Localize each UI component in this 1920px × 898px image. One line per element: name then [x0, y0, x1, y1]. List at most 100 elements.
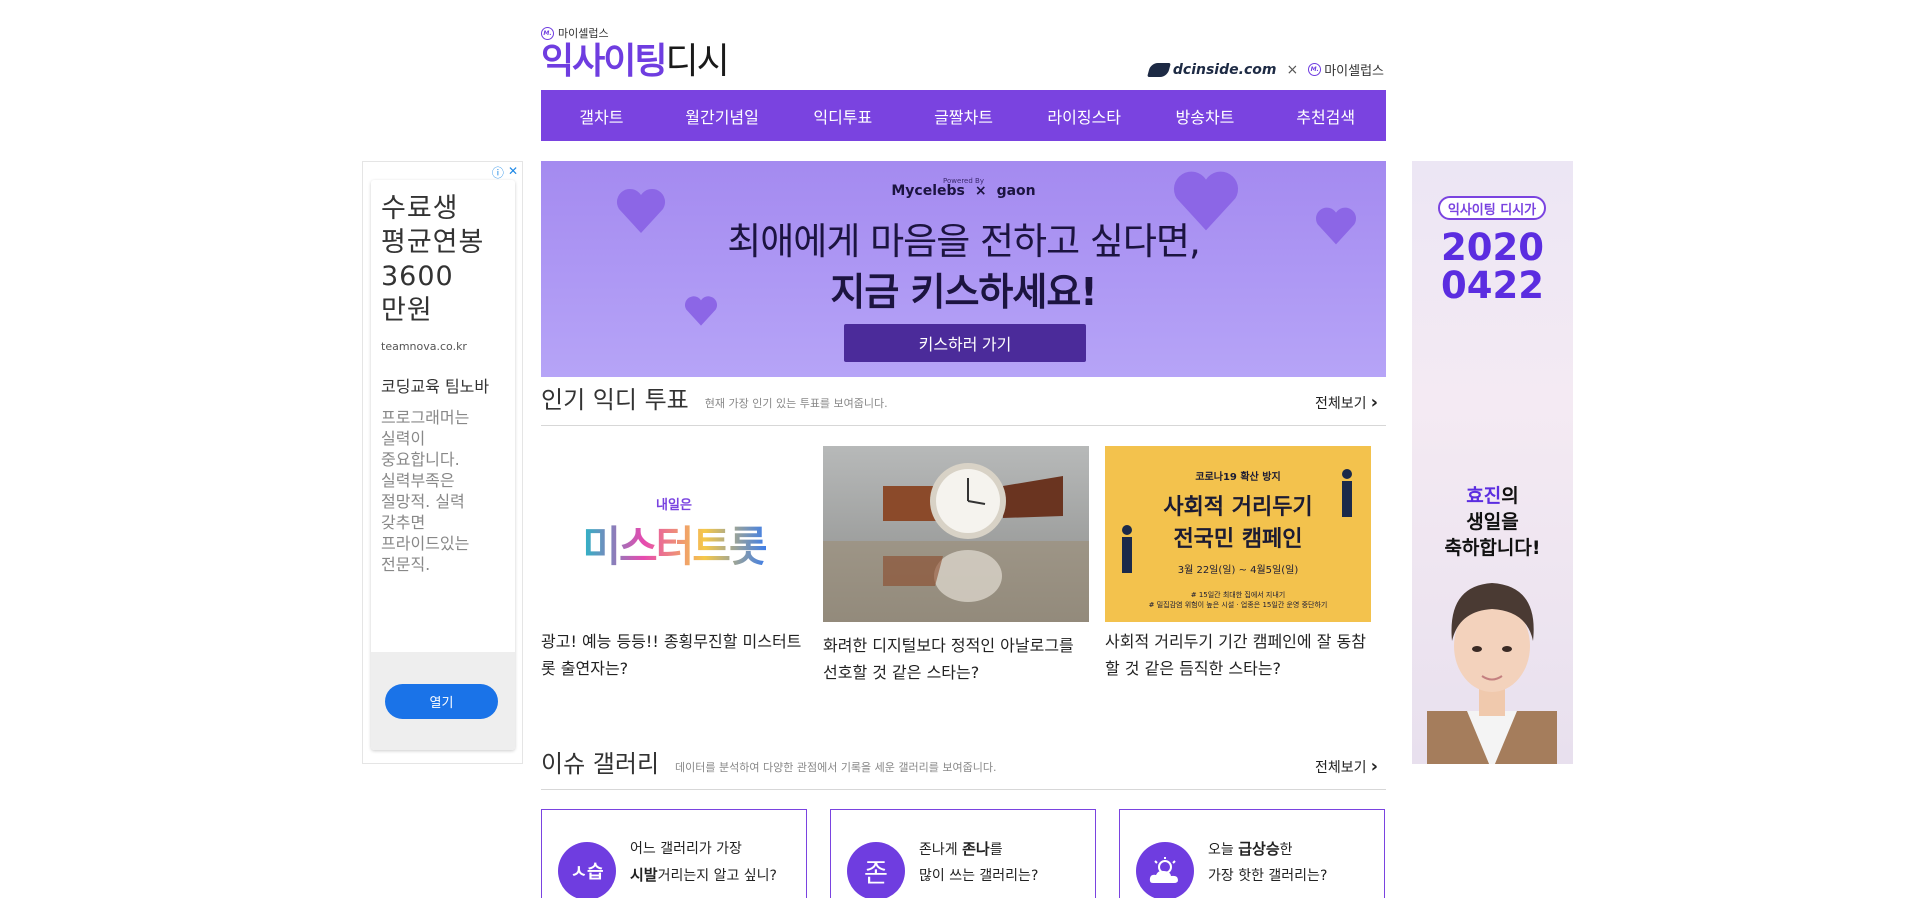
ad-headline: 수료생 평균연봉 3600 만원: [381, 193, 485, 326]
issue-gallery-text: 오늘 급상승한 가장 핫한 갤러리는?: [1208, 836, 1327, 889]
site-logo[interactable]: 익사이팅디시: [541, 40, 730, 84]
main-banner[interactable]: Powered By Mycelebs × gaon 최애에게 마음을 전하고 …: [541, 161, 1386, 377]
ad-footer: 열기: [371, 652, 515, 750]
nav-item-recommended-search[interactable]: 추천검색: [1265, 90, 1386, 141]
main-nav: 갤차트 월간기념일 익디투표 글짤차트 라이징스타 방송차트 추천검색: [541, 90, 1386, 141]
right-ad-birthday[interactable]: 익사이팅 디시가 2020 0422 효진의 생일을 축하합니다!: [1412, 161, 1573, 764]
poll-card[interactable]: 화려한 디지털보다 정적인 아날로그를 선호할 것 같은 스타는?: [823, 446, 1089, 686]
nav-item-post-chart[interactable]: 글짤차트: [903, 90, 1024, 141]
banner-logo-mycelebs: Mycelebs: [891, 183, 965, 199]
banner-cta-button[interactable]: 키스하러 가기: [844, 324, 1086, 362]
brand-small: M. 마이셀럽스: [541, 25, 609, 41]
section-subtitle: 현재 가장 인기 있는 투표를 보여줍니다.: [704, 397, 888, 410]
ad-badge: 익사이팅 디시가: [1438, 196, 1546, 220]
popular-polls-header: 인기 익디 투표 현재 가장 인기 있는 투표를 보여줍니다. 전체보기 ›: [541, 380, 1386, 426]
issue-gallery-text: 존나게 존나를 많이 쓰는 갤러리는?: [919, 836, 1038, 889]
ad-domain: teamnova.co.kr: [381, 340, 467, 353]
info-icon[interactable]: ⓘ: [492, 164, 504, 181]
poll-thumbnail: [823, 446, 1089, 622]
poll-question[interactable]: 화려한 디지털보다 정적인 아날로그를 선호할 것 같은 스타는?: [823, 632, 1089, 686]
thumb-title: 미스터트롯: [582, 513, 767, 574]
thumb-date: 3월 22일(일) ~ 4월5일(일): [1177, 565, 1299, 576]
logo-part2: 디시: [665, 41, 729, 82]
issue-bold: 급상승: [1238, 840, 1280, 858]
issue-gallery-header: 이슈 갤러리 데이터를 분석하여 다양한 관점에서 기록을 세운 갤러리를 보여…: [541, 744, 1386, 790]
issue-line1: 어느 갤러리가 가장: [630, 841, 742, 857]
view-all-link[interactable]: 전체보기 ›: [1315, 756, 1378, 777]
poll-thumbnail: 내일은 미스터트롯: [541, 446, 807, 622]
mycelebs-partner-logo[interactable]: M. 마이셀럽스: [1308, 60, 1384, 79]
logo-part1: 익사이팅: [541, 41, 667, 82]
issue-gallery-card[interactable]: ㅅ습 어느 갤러리가 가장 시발거리는지 알고 싶니?: [541, 809, 807, 898]
banner-logo-gaon: gaon: [996, 183, 1036, 199]
person-figure-icon: [1122, 525, 1132, 573]
star-portrait-image: [1427, 583, 1557, 764]
poll-question[interactable]: 사회적 거리두기 기간 캠페인에 잘 동참할 것 같은 듬직한 스타는?: [1105, 628, 1371, 682]
poll-card[interactable]: 코로나19 확산 방지 사회적 거리두기 전국민 캠페인 3월 22일(일) ~…: [1105, 446, 1371, 682]
issue-bold: 시발: [630, 866, 658, 884]
view-all-label: 전체보기: [1315, 759, 1367, 776]
chevron-right-icon: ›: [1370, 756, 1378, 777]
issue-bold: 존나: [962, 840, 990, 858]
issue-line1-pre: 존나게: [919, 842, 963, 858]
ad-wish-line3: 축하합니다!: [1444, 537, 1541, 559]
ad-star-name: 효진: [1466, 485, 1502, 507]
person-figure-icon: [1342, 469, 1352, 517]
poll-thumbnail: 코로나19 확산 방지 사회적 거리두기 전국민 캠페인 3월 22일(일) ~…: [1105, 446, 1371, 622]
thumb-subtitle: 내일은: [656, 498, 692, 513]
adchoices[interactable]: ⓘ ✕: [492, 164, 518, 181]
issue-line2: 가장 핫한 갤러리는?: [1208, 868, 1328, 884]
left-ad[interactable]: ⓘ ✕ 수료생 평균연봉 3600 만원 teamnova.co.kr 코딩교육…: [362, 161, 523, 764]
thumb-subtitle: 코로나19 확산 방지: [1195, 472, 1281, 483]
cloud-sun-icon: [1136, 842, 1194, 898]
banner-logo-separator: ×: [974, 183, 987, 199]
nav-item-broadcast-chart[interactable]: 방송차트: [1145, 90, 1266, 141]
thumb-title-1: 사회적 거리두기: [1163, 495, 1313, 520]
ad-date-line1: 2020: [1441, 226, 1544, 269]
view-all-label: 전체보기: [1315, 395, 1367, 412]
thumb-title-2: 전국민 캠페인: [1173, 527, 1303, 552]
dcinside-logo[interactable]: dcinside.com: [1147, 61, 1277, 78]
issue-gallery-card[interactable]: 오늘 급상승한 가장 핫한 갤러리는?: [1119, 809, 1385, 898]
jon-badge-icon: 존: [847, 842, 905, 898]
ad-card[interactable]: 수료생 평균연봉 3600 만원 teamnova.co.kr 코딩교육 팀노바…: [371, 180, 515, 750]
ad-wish-line2: 생일을: [1466, 511, 1519, 533]
issue-line1-post: 를: [989, 842, 1003, 858]
close-icon[interactable]: ✕: [508, 164, 518, 181]
nav-item-gallchart[interactable]: 갤차트: [541, 90, 662, 141]
nav-item-vote[interactable]: 익디투표: [782, 90, 903, 141]
poll-question[interactable]: 광고! 예능 등등!! 종횡무진할 미스터트롯 출연자는?: [541, 628, 807, 682]
swear-badge-icon: ㅅ습: [558, 842, 616, 898]
thumb-note-2: # 밀집감염 위험이 높은 시설 · 업종은 15일간 운영 중단하기: [1148, 601, 1328, 609]
ad-open-button[interactable]: 열기: [385, 684, 498, 719]
issue-line2: 거리는지 알고 싶니?: [657, 868, 777, 884]
issue-line1-post: 한: [1279, 842, 1293, 858]
nav-item-monthly-anniversary[interactable]: 월간기념일: [662, 90, 783, 141]
ad-description: 프로그래머는 실력이 중요합니다. 실력부족은 절망적. 실력 갖추면 프라이드…: [381, 408, 470, 574]
ad-wish-suffix: 의: [1501, 485, 1519, 507]
banner-headline-1: 최애에게 마음을 전하고 싶다면,: [727, 220, 1201, 263]
ad-birthday-message: 효진의 생일을 축하합니다!: [1412, 483, 1573, 561]
view-all-link[interactable]: 전체보기 ›: [1315, 392, 1378, 413]
banner-headline-2: 지금 키스하세요!: [830, 270, 1097, 314]
ad-title: 코딩교육 팀노바: [381, 377, 490, 396]
mycelebs-logo-icon: M.: [1308, 63, 1322, 76]
thumb-note-1: # 15일간 최대한 집에서 지내기: [1190, 591, 1286, 599]
chevron-right-icon: ›: [1370, 392, 1378, 413]
section-title: 인기 익디 투표: [541, 386, 689, 414]
issue-line2: 많이 쓰는 갤러리는?: [919, 868, 1039, 884]
ad-date-line2: 0422: [1441, 264, 1544, 307]
partner-separator: ×: [1286, 61, 1299, 78]
banner-logos: Mycelebs × gaon: [541, 183, 1386, 199]
dcinside-mark-icon: [1147, 62, 1171, 77]
issue-gallery-text: 어느 갤러리가 가장 시발거리는지 알고 싶니?: [630, 836, 777, 889]
nav-item-rising-star[interactable]: 라이징스타: [1024, 90, 1145, 141]
issue-gallery-card[interactable]: 존 존나게 존나를 많이 쓰는 갤러리는?: [830, 809, 1096, 898]
section-title: 이슈 갤러리: [541, 750, 660, 778]
poll-card[interactable]: 내일은 미스터트롯 광고! 예능 등등!! 종횡무진할 미스터트롯 출연자는?: [541, 446, 807, 682]
mycelebs-logo-icon: M.: [541, 26, 554, 40]
dcinside-label: dcinside.com: [1172, 61, 1277, 78]
section-subtitle: 데이터를 분석하여 다양한 관점에서 기록을 세운 갤러리를 보여줍니다.: [675, 761, 997, 774]
mycelebs-partner-label: 마이셀럽스: [1324, 64, 1384, 79]
issue-line1-pre: 오늘: [1208, 842, 1239, 858]
